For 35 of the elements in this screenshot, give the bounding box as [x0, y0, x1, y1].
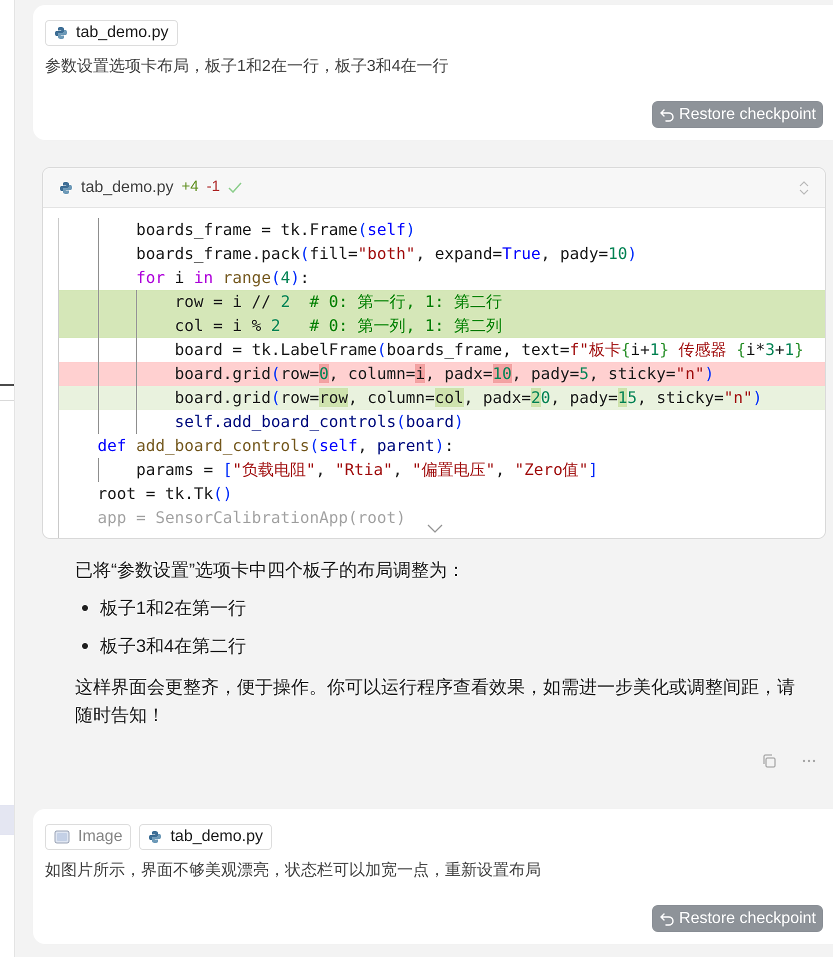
- code-line: params = ["负载电阻", "Rtia", "偏置电压", "Zero值"]: [59, 458, 598, 482]
- attachment-chip[interactable]: tab_demo.py: [45, 20, 178, 46]
- added-count: +4: [182, 177, 199, 198]
- list-item-text: 板子1和2在第一行: [100, 597, 246, 620]
- code-line: for i in range(4):: [59, 266, 310, 290]
- code-line: board = tk.LabelFrame(boards_frame, text=f"板卡{i+1} 传感器 {i*3+1}: [59, 338, 804, 362]
- message-text: 如图片所示，界面不够美观漂亮，状态栏可以加宽一点，重新设置布局: [45, 860, 542, 881]
- code-line: def add_board_controls(self, parent):: [96, 435, 454, 457]
- removed-count: -1: [206, 177, 220, 198]
- file-name: tab_demo.py: [81, 178, 174, 198]
- python-icon: [148, 830, 162, 844]
- expand-collapse-icon[interactable]: [799, 180, 809, 194]
- list-item-text: 板子3和4在第二行: [100, 635, 246, 658]
- restore-checkpoint-button[interactable]: Restore checkpoint: [652, 101, 823, 128]
- list-item-highlight: [0, 805, 14, 835]
- response-text: 已将“参数设置”选项卡中四个板子的布局调整为：: [75, 559, 466, 582]
- bullet-icon: [82, 643, 88, 649]
- python-icon: [54, 26, 68, 40]
- code-line: boards_frame.pack(fill="both", expand=True, pady=10): [59, 242, 638, 266]
- response-text: 这样界面会更整齐，便于操作。你可以运行程序查看效果，如需进一步美化或调整间距，请随时告知！: [75, 676, 796, 727]
- code-line: root = tk.Tk(): [96, 483, 232, 505]
- code-line: app = SensorCalibrationApp(root): [96, 507, 406, 529]
- restore-checkpoint-button[interactable]: Restore checkpoint: [652, 905, 823, 932]
- undo-icon: [659, 106, 676, 122]
- code-line: self.add_board_controls(board): [59, 410, 464, 434]
- chevron-down-icon[interactable]: [427, 524, 443, 534]
- python-icon: [59, 180, 73, 194]
- attachment-chip[interactable]: tab_demo.py: [139, 824, 272, 850]
- undo-icon: [659, 910, 676, 926]
- copy-icon[interactable]: [761, 753, 777, 769]
- message-text: 参数设置选项卡布局，板子1和2在一行，板子3和4在一行: [45, 56, 450, 77]
- attachment-chip[interactable]: Image: [45, 824, 132, 850]
- bullet-icon: [82, 605, 88, 611]
- image-icon: [54, 829, 70, 845]
- code-line: boards_frame = tk.Frame(self): [59, 218, 416, 242]
